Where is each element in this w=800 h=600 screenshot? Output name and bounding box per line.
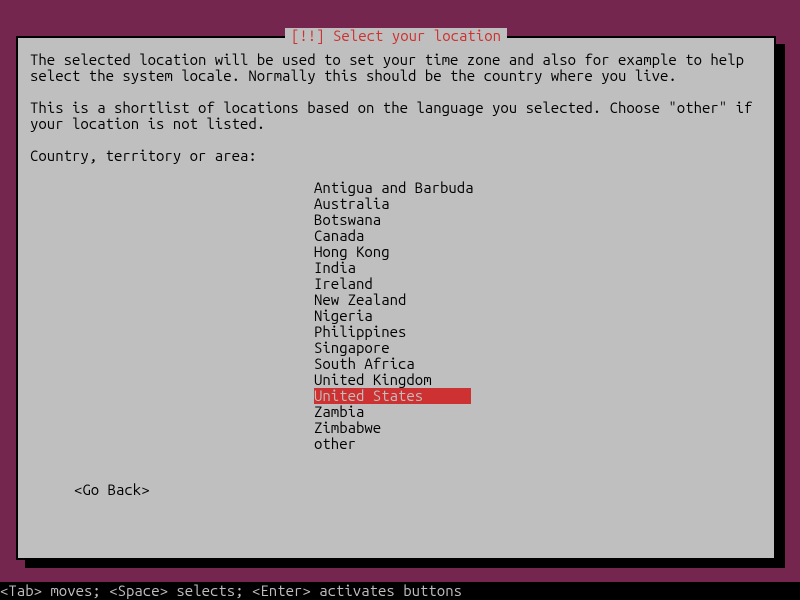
spacer: [30, 132, 762, 148]
list-item-label: Antigua and Barbuda: [314, 180, 474, 196]
dialog-title: [!!] Select your location: [285, 28, 507, 44]
list-item[interactable]: Australia: [314, 196, 762, 212]
list-item-label: Philippines: [314, 324, 406, 340]
list-item[interactable]: New Zealand: [314, 292, 762, 308]
list-item-label: Singapore: [314, 340, 390, 356]
list-item-label: New Zealand: [314, 292, 406, 308]
list-item[interactable]: United States: [314, 388, 762, 404]
paragraph-2: This is a shortlist of locations based o…: [30, 100, 762, 132]
list-item[interactable]: United Kingdom: [314, 372, 762, 388]
paragraph-1: The selected location will be used to se…: [30, 52, 762, 84]
list-item[interactable]: South Africa: [314, 356, 762, 372]
location-dialog: [!!] Select your location The selected l…: [16, 36, 776, 560]
list-item-label: Nigeria: [314, 308, 373, 324]
list-item-label: Canada: [314, 228, 364, 244]
list-item-label: Botswana: [314, 212, 381, 228]
location-list[interactable]: Antigua and BarbudaAustraliaBotswanaCana…: [314, 180, 762, 452]
list-item-label: United Kingdom: [314, 372, 432, 388]
list-item[interactable]: Zambia: [314, 404, 762, 420]
list-item[interactable]: Hong Kong: [314, 244, 762, 260]
go-back-row: <Go Back>: [74, 482, 762, 498]
go-back-button[interactable]: <Go Back>: [74, 481, 150, 498]
list-item-label: Zambia: [314, 404, 364, 420]
title-prefix: [!!]: [291, 27, 333, 44]
dialog-content: The selected location will be used to se…: [18, 38, 774, 510]
list-item[interactable]: other: [314, 436, 762, 452]
list-item[interactable]: Botswana: [314, 212, 762, 228]
list-item[interactable]: Ireland: [314, 276, 762, 292]
list-item[interactable]: Philippines: [314, 324, 762, 340]
list-item-label: Australia: [314, 196, 390, 212]
list-item-label: South Africa: [314, 356, 415, 372]
title-text: Select your location: [333, 27, 501, 44]
list-item[interactable]: India: [314, 260, 762, 276]
list-item-label: India: [314, 260, 356, 276]
list-item[interactable]: Antigua and Barbuda: [314, 180, 762, 196]
list-item[interactable]: Zimbabwe: [314, 420, 762, 436]
footer-help: <Tab> moves; <Space> selects; <Enter> ac…: [0, 582, 800, 600]
list-item[interactable]: Singapore: [314, 340, 762, 356]
prompt-label: Country, territory or area:: [30, 148, 762, 164]
list-item-label: other: [314, 436, 356, 452]
spacer: [30, 84, 762, 100]
list-item[interactable]: Nigeria: [314, 308, 762, 324]
list-item[interactable]: Canada: [314, 228, 762, 244]
list-item-label: Ireland: [314, 276, 373, 292]
list-item-label: United States: [314, 388, 471, 404]
list-item-label: Zimbabwe: [314, 420, 381, 436]
list-item-label: Hong Kong: [314, 244, 390, 260]
